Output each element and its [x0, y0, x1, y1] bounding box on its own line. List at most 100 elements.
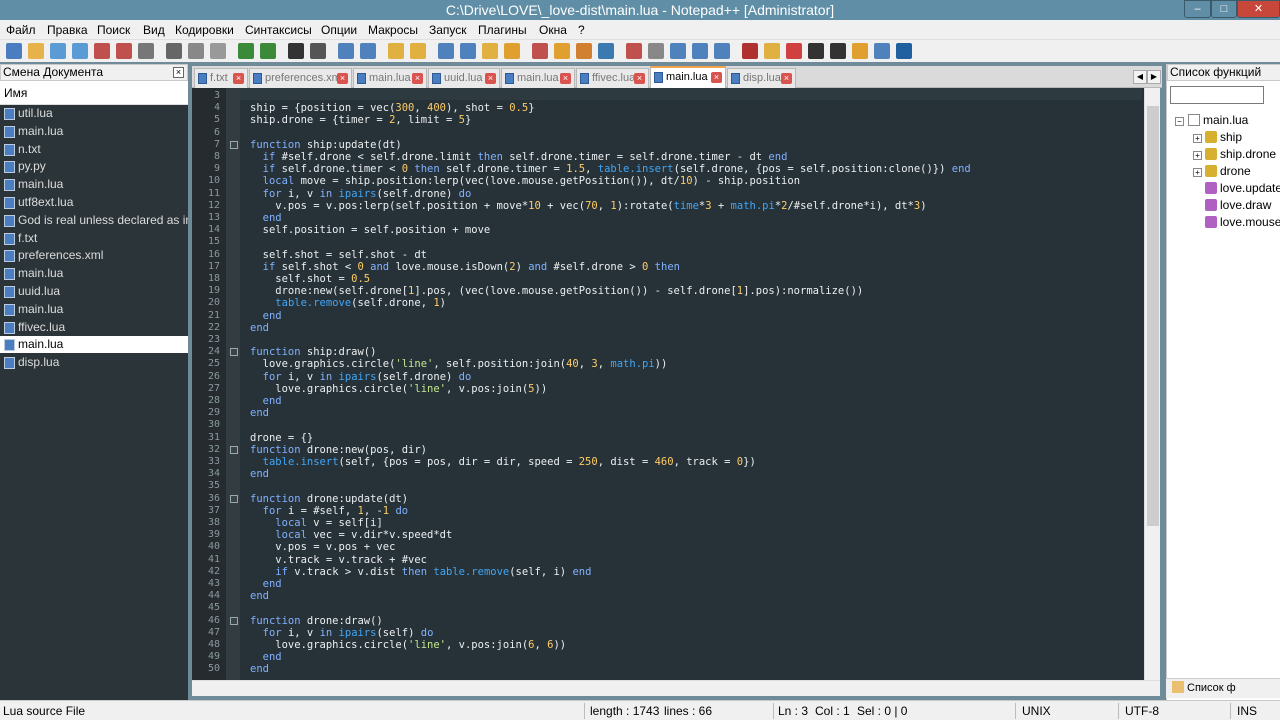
- heart-icon[interactable]: [786, 43, 802, 59]
- fold-margin[interactable]: [226, 88, 240, 680]
- menu-file[interactable]: Файл: [6, 23, 36, 37]
- zoom-in-icon[interactable]: [338, 43, 354, 59]
- code-line[interactable]: ship.drone = {timer = 2, limit = 5}: [250, 114, 471, 126]
- maximize-button[interactable]: □: [1211, 0, 1237, 18]
- menu-options[interactable]: Опции: [321, 23, 357, 37]
- code-line[interactable]: function ship:draw(): [250, 346, 376, 358]
- close-all-icon[interactable]: [116, 43, 132, 59]
- document-list-item[interactable]: main.lua: [0, 301, 188, 318]
- code-line[interactable]: for i, v in ipairs(self) do: [250, 627, 434, 639]
- code-line[interactable]: end: [250, 310, 282, 322]
- expand-icon[interactable]: +: [1193, 151, 1202, 160]
- code-line[interactable]: end: [250, 651, 282, 663]
- document-list-item[interactable]: preferences.xml: [0, 247, 188, 264]
- spellcheck-icon[interactable]: [742, 43, 758, 59]
- menu-macros[interactable]: Макросы: [368, 23, 418, 37]
- code-line[interactable]: end: [250, 590, 269, 602]
- tab-main-lua-2[interactable]: main.lua ×: [501, 68, 575, 88]
- expand-icon[interactable]: +: [1193, 134, 1202, 143]
- folder-icon[interactable]: [576, 43, 592, 59]
- tab-close-icon[interactable]: ×: [634, 73, 645, 84]
- save-icon[interactable]: [50, 43, 66, 59]
- document-list-item[interactable]: utf8ext.lua: [0, 194, 188, 211]
- menu-view[interactable]: Вид: [143, 23, 165, 37]
- code-line[interactable]: table.remove(self.drone, 1): [250, 297, 446, 309]
- print-icon[interactable]: [138, 43, 154, 59]
- sync-h-icon[interactable]: [410, 43, 426, 59]
- tab-ffivec-lua[interactable]: ffivec.lua ×: [576, 68, 649, 88]
- code-line[interactable]: end: [250, 212, 282, 224]
- menu-window[interactable]: Окна: [539, 23, 567, 37]
- menu-plugins[interactable]: Плагины: [478, 23, 527, 37]
- document-list-item[interactable]: ffivec.lua: [0, 319, 188, 336]
- code-line[interactable]: for i = #self, 1, -1 do: [250, 505, 408, 517]
- menu-edit[interactable]: Правка: [47, 23, 88, 37]
- code-line[interactable]: love.graphics.circle('line', v.pos:join(…: [250, 383, 547, 395]
- function-tree-item[interactable]: + ship.drone: [1193, 146, 1276, 162]
- code-editor[interactable]: 3 4 5 6 7 8 9 10 11 12 13 14 15 16 17 18 19 20 21 22 23 24 25 2…: [192, 88, 1160, 680]
- tab-close-icon[interactable]: ×: [412, 73, 423, 84]
- code-line[interactable]: love.graphics.circle('line', v.pos:join(…: [250, 639, 566, 651]
- fold-toggle-icon[interactable]: [230, 140, 238, 149]
- expand-icon[interactable]: +: [1193, 168, 1202, 177]
- tab-close-icon[interactable]: ×: [233, 73, 244, 84]
- document-list-item[interactable]: py.py: [0, 158, 188, 175]
- code-line[interactable]: end: [250, 663, 269, 675]
- function-tree-item[interactable]: love.mouse: [1193, 214, 1280, 230]
- monitor-icon[interactable]: [598, 43, 614, 59]
- tab-preferences-xml[interactable]: preferences.xml ×: [249, 68, 352, 88]
- document-list-item[interactable]: uuid.lua: [0, 283, 188, 300]
- code-line[interactable]: v.pos = v.pos:lerp(self.position + move*…: [250, 200, 926, 212]
- code-line[interactable]: end: [250, 468, 269, 480]
- refresh-icon[interactable]: [874, 43, 890, 59]
- code-line[interactable]: ship = {position = vec(300, 400), shot =…: [250, 102, 535, 114]
- menu-search[interactable]: Поиск: [97, 23, 130, 37]
- stop-macro-icon[interactable]: [648, 43, 664, 59]
- record-macro-icon[interactable]: [626, 43, 642, 59]
- document-list-item[interactable]: God is real unless declared as int...: [0, 212, 188, 229]
- paste-icon[interactable]: [210, 43, 226, 59]
- code-line[interactable]: love.graphics.circle('line', self.positi…: [250, 358, 668, 370]
- code-line[interactable]: for i, v in ipairs(self.drone) do: [250, 188, 472, 200]
- run-macro-icon[interactable]: [692, 43, 708, 59]
- code-line[interactable]: drone = {}: [250, 432, 313, 444]
- code-line[interactable]: drone:new(self.drone[1].pos, (vec(love.m…: [250, 285, 863, 297]
- redo-icon[interactable]: [260, 43, 276, 59]
- code-line[interactable]: local v = self[i]: [250, 517, 382, 529]
- new-file-icon[interactable]: [6, 43, 22, 59]
- menu-run[interactable]: Запуск: [429, 23, 467, 37]
- code-line[interactable]: table.insert(self, {pos = pos, dir = dir…: [250, 456, 756, 468]
- code-line[interactable]: if self.drone.timer < 0 then self.drone.…: [250, 163, 971, 175]
- tab-close-icon[interactable]: ×: [560, 73, 571, 84]
- minimize-button[interactable]: –: [1184, 0, 1211, 18]
- tab-main-lua-active[interactable]: main.lua ×: [650, 66, 726, 88]
- code-line[interactable]: local vec = v.dir*v.speed*dt: [250, 529, 452, 541]
- zoom-out-icon[interactable]: [360, 43, 376, 59]
- document-list-item[interactable]: f.txt: [0, 230, 188, 247]
- html-tag-icon[interactable]: [808, 43, 824, 59]
- code-line[interactable]: function drone:draw(): [250, 615, 383, 627]
- save-macro-icon[interactable]: [714, 43, 730, 59]
- document-list-item[interactable]: util.lua: [0, 105, 188, 122]
- copy-icon[interactable]: [188, 43, 204, 59]
- column-header-name[interactable]: Имя: [0, 81, 188, 105]
- open-file-icon[interactable]: [28, 43, 44, 59]
- text-icon[interactable]: [830, 43, 846, 59]
- language-icon[interactable]: [504, 43, 520, 59]
- menu-encoding[interactable]: Кодировки: [175, 23, 234, 37]
- tabs-scroll-left-icon[interactable]: ◀: [1133, 70, 1147, 84]
- horizontal-scrollbar[interactable]: [192, 680, 1160, 696]
- tab-close-icon[interactable]: ×: [337, 73, 348, 84]
- code-line[interactable]: local move = ship.position:lerp(vec(love…: [250, 175, 800, 187]
- document-list-item[interactable]: n.txt: [0, 141, 188, 158]
- function-tree-root[interactable]: − main.lua: [1175, 112, 1248, 128]
- function-tree-item[interactable]: love.draw: [1193, 197, 1271, 213]
- sync-v-icon[interactable]: [388, 43, 404, 59]
- tab-close-icon[interactable]: ×: [781, 73, 792, 84]
- code-line[interactable]: self.shot = 0.5: [250, 273, 370, 285]
- status-encoding[interactable]: UTF-8: [1125, 701, 1159, 720]
- tabs-scroll-right-icon[interactable]: ▶: [1147, 70, 1161, 84]
- function-tree-item[interactable]: + ship: [1193, 129, 1242, 145]
- function-search-input[interactable]: [1170, 86, 1264, 104]
- function-tree-item[interactable]: + drone: [1193, 163, 1251, 179]
